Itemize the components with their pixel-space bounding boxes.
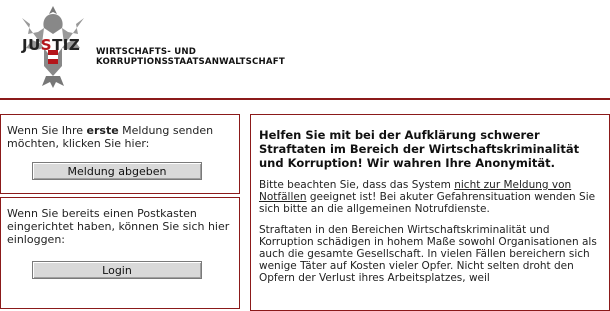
logo-mark: S xyxy=(40,36,53,54)
report-text-before: Wenn Sie Ihre xyxy=(7,124,87,137)
logo-prefix: JU xyxy=(22,36,41,54)
notice-paragraph: Bitte beachten Sie, dass das System nich… xyxy=(259,179,603,215)
info-heading: Helfen Sie mit bei der Aufklärung schwer… xyxy=(259,128,580,170)
report-panel: Wenn Sie Ihre erste Meldung senden möcht… xyxy=(0,114,240,194)
login-button[interactable]: Login xyxy=(32,261,202,279)
site-header: JUSTIZ WIRTSCHAFTS- UND KORRUPTIONSSTAAT… xyxy=(0,0,610,95)
logo-suffix: TIZ xyxy=(52,36,81,54)
report-instructions: Wenn Sie Ihre erste Meldung senden möcht… xyxy=(7,124,239,150)
notice-text-before: Bitte beachten Sie, dass das System xyxy=(259,179,455,191)
report-text-bold: erste xyxy=(86,124,119,137)
logo-wordmark: JUSTIZ xyxy=(22,36,80,54)
login-panel: Wenn Sie bereits einen Postkasten einger… xyxy=(0,197,240,309)
info-paragraph: Straftaten in den Bereichen Wirtschaftsk… xyxy=(259,224,597,284)
header-divider xyxy=(0,98,610,100)
notice-text-after: geeignet ist! Bei akuter Gefahrensituati… xyxy=(259,191,596,215)
login-instructions: Wenn Sie bereits einen Postkasten einger… xyxy=(7,207,230,246)
info-panel: Helfen Sie mit bei der Aufklärung schwer… xyxy=(250,114,610,311)
org-line-1: WIRTSCHAFTS- UND xyxy=(96,47,197,57)
org-line-2: KORRUPTIONSSTAATSANWALTSCHAFT xyxy=(96,57,285,67)
organization-name: WIRTSCHAFTS- UND KORRUPTIONSSTAATSANWALT… xyxy=(96,47,285,67)
submit-report-button[interactable]: Meldung abgeben xyxy=(32,162,202,180)
